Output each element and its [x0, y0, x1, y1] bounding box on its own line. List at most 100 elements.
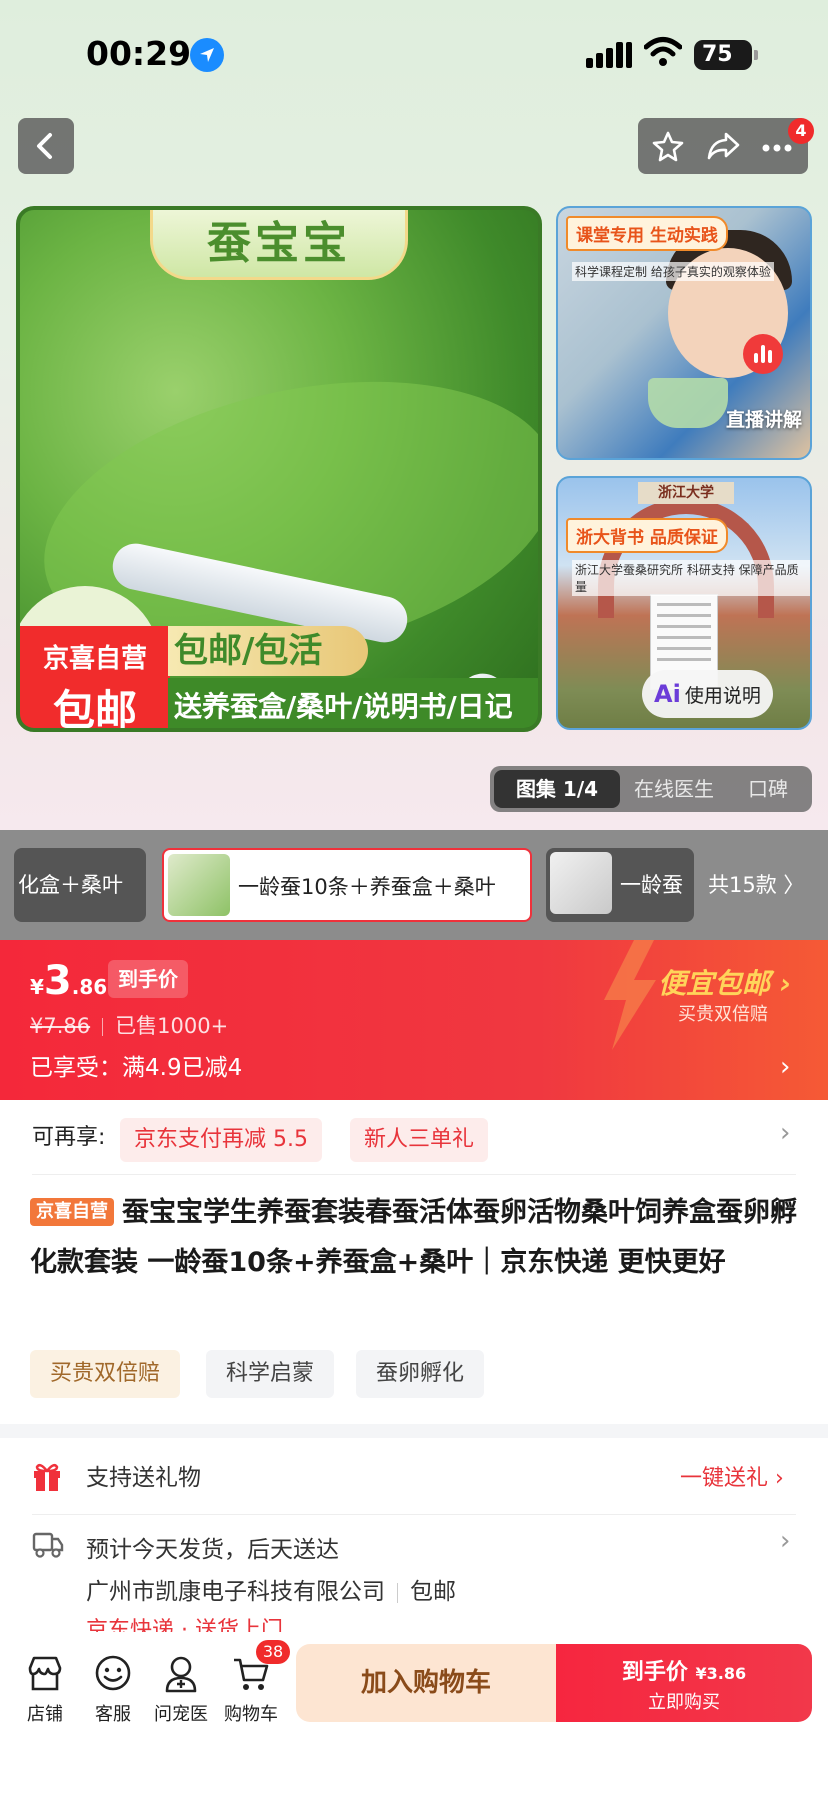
message-badge: 4	[788, 118, 814, 144]
lightning-icon	[604, 940, 656, 1050]
delivery-estimate: 预计今天发货，后天送达	[86, 1537, 339, 1563]
more-icon[interactable]	[762, 144, 792, 152]
promo-free-shipping: 包邮	[52, 686, 137, 732]
side-image-subtitle: 浙江大学蚕桑研究所 科研支持 保障产品质量	[572, 560, 810, 596]
tab-label: 客服	[95, 1704, 131, 1725]
sku-option-selected[interactable]: 一龄蚕10条＋养蚕盒＋桑叶	[162, 848, 532, 922]
chevron-right-icon: ›	[780, 1118, 791, 1148]
share-icon[interactable]	[706, 130, 740, 162]
battery-indicator: 75	[694, 40, 758, 70]
status-bar: 00:29 75	[0, 28, 828, 88]
buy-price: ¥3.86	[695, 1664, 747, 1683]
clock: 00:29	[86, 34, 192, 73]
add-to-cart-button[interactable]: 加入购物车	[296, 1644, 556, 1722]
gate-sign: 浙江大学	[638, 482, 734, 504]
free-shipping-label: 包邮	[410, 1579, 456, 1605]
cheap-shipping-title: 便宜包邮 ›	[658, 967, 792, 1000]
cheap-shipping-subtitle: 买贵双倍赔	[678, 1004, 768, 1025]
ai-icon: Ai	[654, 680, 681, 708]
top-action-bar	[638, 118, 808, 174]
sku-thumbnail	[168, 854, 230, 916]
gallery-tab-images[interactable]: 图集 1/4	[494, 770, 620, 808]
truck-icon	[32, 1532, 64, 1558]
live-stream-icon	[743, 334, 783, 374]
gallery-tab-reviews[interactable]: 口碑	[748, 766, 788, 812]
buy-price-label: 到手价	[621, 1660, 688, 1685]
sku-option[interactable]: 化盒＋桑叶	[14, 848, 146, 922]
location-icon	[190, 38, 224, 72]
tab-label: 店铺	[27, 1704, 63, 1725]
tab-cart[interactable]: 38 购物车	[216, 1640, 290, 1726]
chevron-right-icon: ›	[780, 1052, 791, 1082]
tab-label: 问宠医	[154, 1704, 208, 1725]
price-decimal: .86	[71, 975, 108, 999]
buy-now-button[interactable]: 到手价 ¥3.86 立即购买	[556, 1644, 812, 1722]
sku-label: 一龄蚕10条＋养蚕盒＋桑叶	[238, 875, 496, 899]
side-image-university[interactable]: 浙江大学 浙大背书 品质保证 浙江大学蚕桑研究所 科研支持 保障产品质量 Ai 使…	[556, 476, 812, 730]
back-button[interactable]	[18, 118, 74, 174]
price-integer: 3	[43, 958, 72, 1004]
final-price-tag: 到手价	[108, 960, 188, 998]
wifi-icon	[644, 37, 682, 66]
chevron-left-icon	[37, 133, 52, 159]
section-divider	[0, 1424, 828, 1438]
gallery-switcher: 图集 1/4 在线医生 口碑	[490, 766, 812, 812]
cart-count-badge: 38	[256, 1640, 290, 1664]
doctor-icon	[165, 1656, 197, 1693]
sku-selector: 化盒＋桑叶 一龄蚕10条＋养蚕盒＋桑叶 一龄蚕 共15款 〉	[0, 830, 828, 940]
live-explain-label: 直播讲解	[725, 409, 802, 431]
divider	[32, 1174, 796, 1175]
instructions-label: 使用说明	[684, 685, 761, 707]
product-title-text: 蚕宝宝学生养蚕套装春蚕活体蚕卵活物桑叶饲养盒蚕卵孵化款套装 一龄蚕10条+养蚕盒…	[30, 1197, 797, 1278]
self-operated-tag: 京喜自营	[30, 1198, 114, 1226]
divider	[32, 1514, 796, 1515]
coupon-jd-pay[interactable]: 京东支付再减 5.5	[120, 1118, 322, 1162]
gift-row[interactable]: 支持送礼物 一键送礼 ›	[0, 1438, 828, 1514]
promo-gift-text: 送养蚕盒/桑叶/说明书/日记	[168, 678, 538, 728]
chevron-right-icon[interactable]: ›	[780, 1526, 790, 1556]
store-icon	[28, 1656, 62, 1691]
tab-customer-service[interactable]: 客服	[78, 1650, 148, 1726]
product-title: 京喜自营 蚕宝宝学生养蚕套装春蚕活体蚕卵活物桑叶饲养盒蚕卵孵化款套装 一龄蚕10条…	[30, 1188, 800, 1288]
tag-science[interactable]: 科学启蒙	[206, 1350, 335, 1398]
gift-label: 支持送礼物	[86, 1465, 201, 1491]
main-product-image[interactable]: 蚕宝宝 京喜自营 包邮 包邮/包活 送养蚕盒/桑叶/说明书/日记	[16, 206, 542, 732]
sku-option[interactable]: 一龄蚕	[546, 848, 694, 922]
price-currency: ¥	[30, 975, 44, 999]
self-operated-badge: 京喜自营 包邮	[20, 626, 170, 732]
discount-applied: 已享受：满4.9已减4	[30, 1055, 243, 1081]
tab-pet-doctor[interactable]: 问宠医	[146, 1650, 216, 1726]
sku-total-link[interactable]: 共15款 〉	[708, 848, 804, 922]
tab-store[interactable]: 店铺	[10, 1650, 80, 1726]
promo-brand: 京喜自营	[42, 644, 147, 674]
price-banner[interactable]: ¥3.86 到手价 ¥7.86 已售1000+ 已享受：满4.9已减4 便宜包邮 …	[0, 940, 828, 1100]
chat-smile-icon	[95, 1655, 131, 1691]
buy-now-label: 立即购买	[648, 1692, 720, 1713]
gift-icon	[34, 1463, 60, 1491]
sku-thumbnail	[550, 852, 612, 914]
seller-row: 广州市凯康电子科技有限公司 包邮	[86, 1572, 456, 1606]
bottom-action-bar: 店铺 客服 问宠医 38 购物车 加入购物车 到手价 ¥3.86 立即购买	[0, 1632, 828, 1795]
tab-label: 购物车	[224, 1704, 278, 1725]
side-image-subtitle: 科学课程定制 给孩子真实的观察体验	[572, 262, 774, 281]
extra-benefits-label: 可再享:	[32, 1125, 106, 1150]
coupon-newcomer[interactable]: 新人三单礼	[350, 1118, 489, 1162]
promo-tag: 包邮/包活	[168, 626, 368, 676]
star-icon[interactable]	[652, 130, 684, 162]
seller-name: 广州市凯康电子科技有限公司	[86, 1579, 385, 1605]
tag-double-refund[interactable]: 买贵双倍赔	[30, 1350, 181, 1398]
original-price-row: ¥7.86 已售1000+	[30, 1010, 228, 1040]
side-image-classroom[interactable]: 课堂专用 生动实践 科学课程定制 给孩子真实的观察体验 直播讲解	[556, 206, 812, 460]
extra-benefits-row[interactable]: 可再享: 京东支付再减 5.5 新人三单礼 ›	[0, 1100, 828, 1176]
cup-graphic	[648, 378, 728, 428]
express-label: 京东快递 · 送货上门	[86, 1618, 283, 1634]
sku-label: 一龄蚕	[620, 873, 683, 897]
instructions-button[interactable]: Ai 使用说明	[642, 670, 773, 718]
image-title: 蚕宝宝	[207, 218, 351, 269]
image-title-plate: 蚕宝宝	[150, 210, 408, 280]
send-gift-link[interactable]: 一键送礼 ›	[680, 1460, 784, 1492]
side-image-tag: 浙大背书 品质保证	[566, 518, 728, 553]
tag-hatching[interactable]: 蚕卵孵化	[356, 1350, 485, 1398]
gallery-tab-doctor[interactable]: 在线医生	[634, 766, 714, 812]
price: ¥3.86	[30, 958, 107, 1004]
